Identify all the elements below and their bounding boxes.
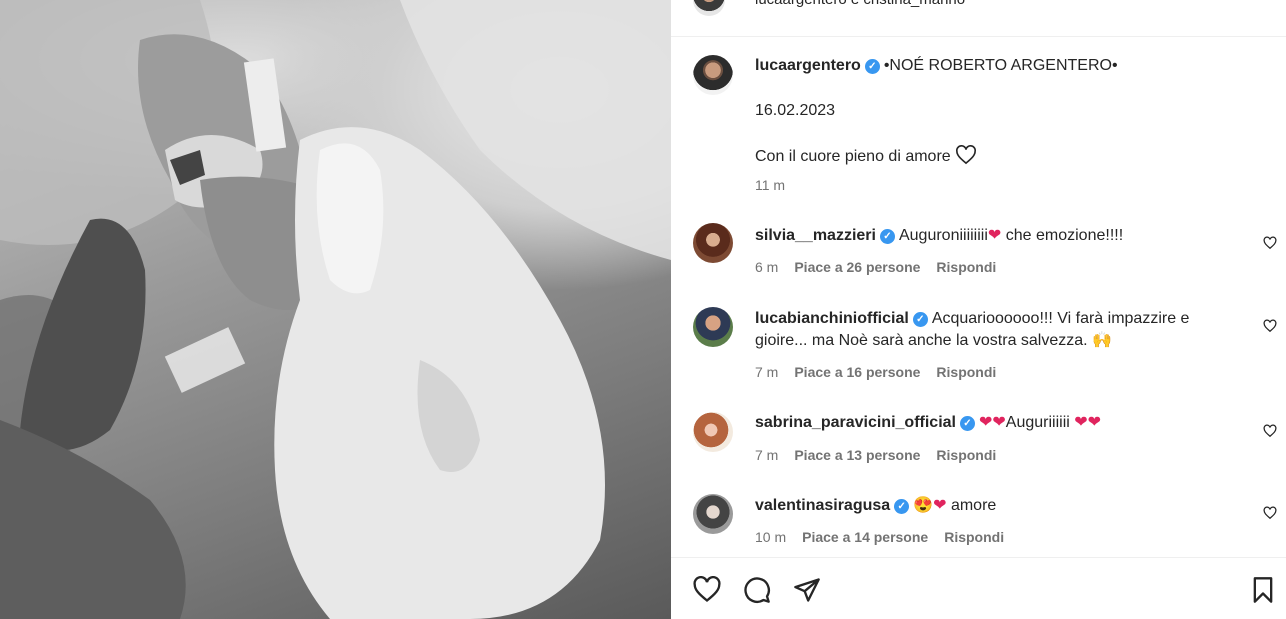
comment-time: 6 m [755, 259, 779, 275]
raising-hands-emoji-icon: 🙌 [1092, 332, 1112, 349]
comment-bubble-icon[interactable] [743, 576, 771, 604]
comment-meta: 6 m Piace a 26 persone Rispondi [755, 259, 1012, 275]
verified-badge-icon: ✓ [879, 229, 895, 244]
comment-time: 7 m [755, 364, 779, 380]
author-username[interactable]: lucaargentero [755, 57, 861, 74]
caption-title: •NOÉ ROBERTO ARGENTERO• [883, 57, 1118, 74]
comment-likes-link[interactable]: Piace a 14 persone [802, 529, 928, 545]
comment-like-heart-icon[interactable] [1263, 319, 1277, 333]
comment-body-line2: gioire... ma Noè sarà anche la vostra sa… [755, 330, 1112, 352]
comment-text: Auguroniiiiiiii [898, 227, 988, 244]
comment-body: silvia__mazzieri ✓ Auguroniiiiiiii❤ che em… [755, 225, 1123, 247]
caption-line-title: lucaargentero ✓ •NOÉ ROBERTO ARGENTERO• [755, 55, 1118, 77]
caption-date: 16.02.2023 [755, 102, 836, 119]
caption-text-line: Con il cuore pieno di amore [755, 145, 977, 168]
comments-list[interactable]: lucaargentero ✓ •NOÉ ROBERTO ARGENTERO• 16… [671, 37, 1286, 557]
commenter-avatar[interactable] [693, 412, 733, 452]
comment-likes-link[interactable]: Piace a 13 persone [794, 447, 920, 463]
reply-button[interactable]: Rispondi [944, 529, 1004, 545]
author-avatar[interactable] [693, 55, 733, 95]
comment-text: che emozione!!!! [1001, 227, 1124, 244]
comment-time: 7 m [755, 447, 779, 463]
comment-likes-link[interactable]: Piace a 16 persone [794, 364, 920, 380]
caption-text: Con il cuore pieno di amore [755, 148, 951, 165]
commenter-avatar[interactable] [693, 307, 733, 347]
comment-meta: 7 m Piace a 13 persone Rispondi [755, 447, 1012, 463]
post-side-panel: lucaargentero e cristina_marino lucaarge… [671, 0, 1286, 619]
red-heart-emoji-icon: ❤ [987, 227, 1002, 244]
bookmark-icon[interactable] [1249, 576, 1277, 604]
comment-like-heart-icon[interactable] [1263, 236, 1277, 250]
comment-text: Acquarioooooo!!! Vi farà impazzire e [931, 310, 1190, 327]
post-photo [0, 0, 671, 619]
commenter-avatar[interactable] [693, 223, 733, 263]
photo-illustration [0, 0, 671, 619]
post-time: 11 m [755, 177, 801, 193]
post-header: lucaargentero e cristina_marino [671, 0, 1286, 20]
comment-like-heart-icon[interactable] [1263, 424, 1277, 438]
white-heart-emoji-icon [956, 145, 977, 165]
comment-body: valentinasiragusa ✓ 😍❤ amore [755, 495, 996, 517]
paper-plane-icon[interactable] [793, 576, 821, 604]
comment-username[interactable]: valentinasiragusa [755, 497, 890, 514]
verified-badge-icon: ✓ [864, 59, 880, 74]
comment-time: 10 m [755, 529, 787, 545]
comment-body: sabrina_paravicini_official ✓ ❤❤Auguriiiii… [755, 412, 1101, 434]
verified-badge-icon: ✓ [959, 416, 975, 431]
comment-username[interactable]: sabrina_paravicini_official [755, 414, 956, 431]
verified-badge-icon: ✓ [894, 499, 910, 514]
heart-icon[interactable] [693, 576, 721, 604]
red-heart-emoji-icon: ❤❤ [1069, 414, 1102, 431]
comment-meta: 10 m Piace a 14 persone Rispondi [755, 529, 1020, 545]
comment-body: lucabianchiniofficial ✓ Acquarioooooo!!! V… [755, 308, 1189, 330]
red-heart-emoji-icon: ❤❤ [978, 414, 1006, 431]
post-time-label: 11 m [755, 177, 786, 193]
commenter-avatar[interactable] [693, 494, 733, 534]
reply-button[interactable]: Rispondi [936, 259, 996, 275]
action-bar [671, 558, 1286, 619]
comment-text: amore [946, 497, 997, 514]
heart-eyes-emoji-icon: 😍 [913, 497, 934, 514]
comment-username[interactable]: lucabianchiniofficial [755, 310, 909, 327]
red-heart-emoji-icon: ❤ [933, 497, 947, 514]
comment-like-heart-icon[interactable] [1263, 506, 1277, 520]
comment-text: gioire... ma Noè sarà anche la vostra sa… [755, 332, 1088, 349]
reply-button[interactable]: Rispondi [936, 364, 996, 380]
header-avatar[interactable] [693, 0, 725, 16]
verified-badge-icon: ✓ [912, 312, 928, 327]
comment-text: Auguriiiiii [1005, 414, 1070, 431]
comment-likes-link[interactable]: Piace a 26 persone [794, 259, 920, 275]
comment-username[interactable]: silvia__mazzieri [755, 227, 876, 244]
header-username[interactable]: lucaargentero e cristina_marino [755, 0, 965, 8]
comment-meta: 7 m Piace a 16 persone Rispondi [755, 364, 1012, 380]
reply-button[interactable]: Rispondi [936, 447, 996, 463]
